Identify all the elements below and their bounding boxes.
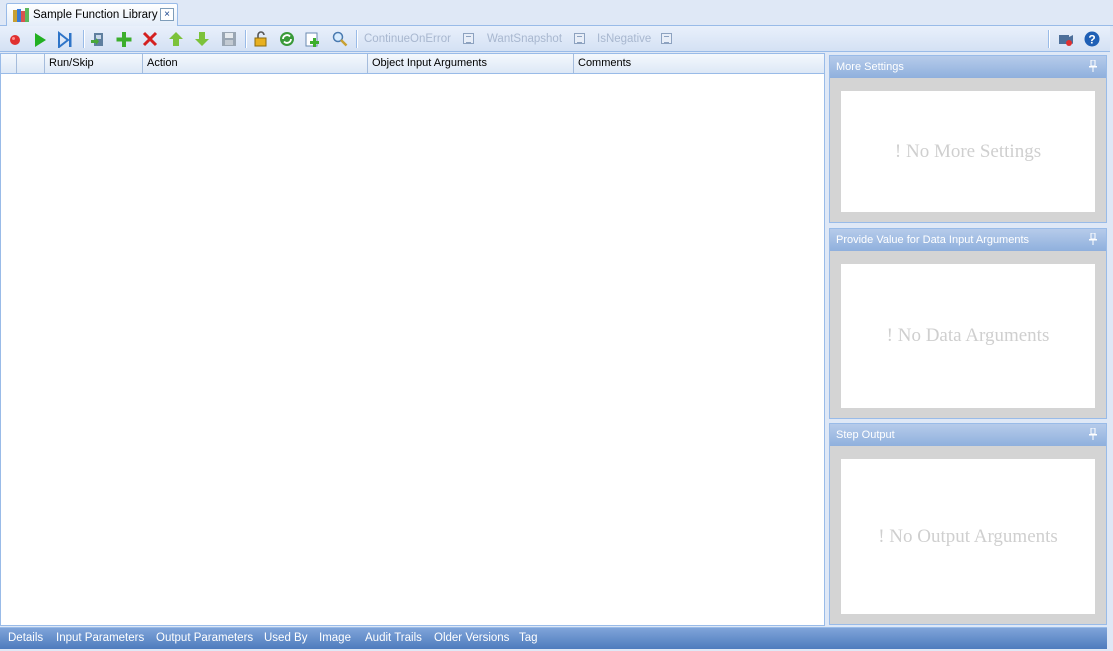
- no-output-arguments-message: ! No Output Arguments: [878, 525, 1058, 547]
- tab-older-versions[interactable]: Older Versions: [434, 632, 509, 644]
- help-button[interactable]: ?: [1083, 30, 1101, 48]
- tab-input-parameters[interactable]: Input Parameters: [56, 632, 144, 644]
- toolbar-separator: [83, 30, 85, 48]
- data-input-arguments-header: Provide Value for Data Input Arguments: [830, 229, 1106, 251]
- plus-icon: [116, 32, 132, 47]
- is-negative-label: IsNegative: [597, 33, 652, 45]
- svg-text:?: ?: [1088, 33, 1095, 47]
- more-settings-header: More Settings: [830, 56, 1106, 78]
- steps-grid[interactable]: Run/Skip Action Object Input Arguments C…: [0, 53, 825, 626]
- save-icon: [222, 32, 236, 46]
- move-up-button[interactable]: [167, 30, 185, 48]
- no-more-settings-message: ! No More Settings: [894, 140, 1042, 162]
- document-tab-strip: Sample Function Library ×: [0, 0, 1113, 26]
- record-video-button[interactable]: [1057, 30, 1075, 48]
- save-button[interactable]: [220, 30, 238, 48]
- more-settings-body: ! No More Settings: [841, 91, 1095, 212]
- play-icon: [35, 33, 46, 47]
- import-button[interactable]: [90, 30, 108, 48]
- search-icon: [332, 31, 348, 47]
- tab-sample-function-library[interactable]: Sample Function Library ×: [6, 3, 178, 26]
- panel-title: Step Output: [836, 429, 895, 441]
- panel-title: More Settings: [836, 61, 904, 73]
- data-input-arguments-body: ! No Data Arguments: [841, 264, 1095, 408]
- column-header-indicator[interactable]: [1, 54, 17, 73]
- panel-title: Provide Value for Data Input Arguments: [836, 234, 1030, 246]
- continue-on-error-toggle[interactable]: [463, 33, 474, 44]
- toolbar: ContinueOnError WantSnapshot IsNegative …: [0, 26, 1110, 52]
- move-down-button[interactable]: [193, 30, 211, 48]
- step-forward-icon: [58, 30, 72, 48]
- record-button[interactable]: [6, 30, 24, 48]
- data-input-arguments-panel: Provide Value for Data Input Arguments !…: [829, 228, 1107, 419]
- want-snapshot-label: WantSnapshot: [487, 33, 563, 45]
- column-header-run-skip[interactable]: Run/Skip: [45, 54, 143, 73]
- function-library-icon: [13, 8, 29, 22]
- add-page-icon: [305, 32, 319, 47]
- tab-image[interactable]: Image: [319, 632, 351, 644]
- unlock-icon: [254, 31, 267, 47]
- step-output-panel: Step Output ! No Output Arguments: [829, 423, 1107, 625]
- column-header-object-input-arguments[interactable]: Object Input Arguments: [368, 54, 574, 73]
- tab-tag[interactable]: Tag: [519, 632, 538, 644]
- refresh-button[interactable]: [278, 30, 296, 48]
- close-tab-button[interactable]: ×: [160, 8, 174, 21]
- pin-icon[interactable]: [1088, 60, 1098, 72]
- tab-used-by[interactable]: Used By: [264, 632, 307, 644]
- is-negative-toggle[interactable]: [661, 33, 672, 44]
- add-step-button[interactable]: [115, 30, 133, 48]
- step-output-header: Step Output: [830, 424, 1106, 446]
- tab-audit-trails[interactable]: Audit Trails: [365, 632, 422, 644]
- toolbar-separator: [245, 30, 247, 48]
- arrow-down-icon: [195, 32, 209, 46]
- want-snapshot-toggle[interactable]: [574, 33, 585, 44]
- continue-on-error-label: ContinueOnError: [364, 33, 451, 45]
- toolbar-separator: [1048, 30, 1050, 48]
- delete-icon: [142, 31, 158, 47]
- pin-icon[interactable]: [1088, 428, 1098, 440]
- video-camera-icon: [1059, 35, 1073, 46]
- toolbar-separator: [356, 30, 358, 48]
- more-settings-panel: More Settings ! No More Settings: [829, 55, 1107, 223]
- column-header-comments[interactable]: Comments: [574, 54, 824, 73]
- delete-step-button[interactable]: [141, 30, 159, 48]
- no-data-arguments-message: ! No Data Arguments: [886, 325, 1050, 346]
- add-page-button[interactable]: [304, 30, 322, 48]
- grid-header: Run/Skip Action Object Input Arguments C…: [1, 54, 824, 74]
- arrow-up-icon: [169, 32, 183, 46]
- record-icon: [10, 35, 20, 45]
- import-icon: [91, 33, 103, 46]
- pin-icon[interactable]: [1088, 233, 1098, 245]
- refresh-icon: [280, 32, 294, 46]
- step-forward-button[interactable]: [56, 30, 74, 48]
- column-header-select[interactable]: [17, 54, 45, 73]
- tab-title: Sample Function Library: [33, 9, 158, 21]
- unlock-button[interactable]: [252, 30, 270, 48]
- bottom-tab-bar: Details Input Parameters Output Paramete…: [0, 627, 1107, 649]
- help-icon: ?: [1084, 31, 1100, 47]
- column-header-action[interactable]: Action: [143, 54, 368, 73]
- search-button[interactable]: [331, 30, 349, 48]
- step-output-body: ! No Output Arguments: [841, 459, 1095, 614]
- run-button[interactable]: [31, 30, 49, 48]
- tab-output-parameters[interactable]: Output Parameters: [156, 632, 253, 644]
- tab-details[interactable]: Details: [8, 632, 43, 644]
